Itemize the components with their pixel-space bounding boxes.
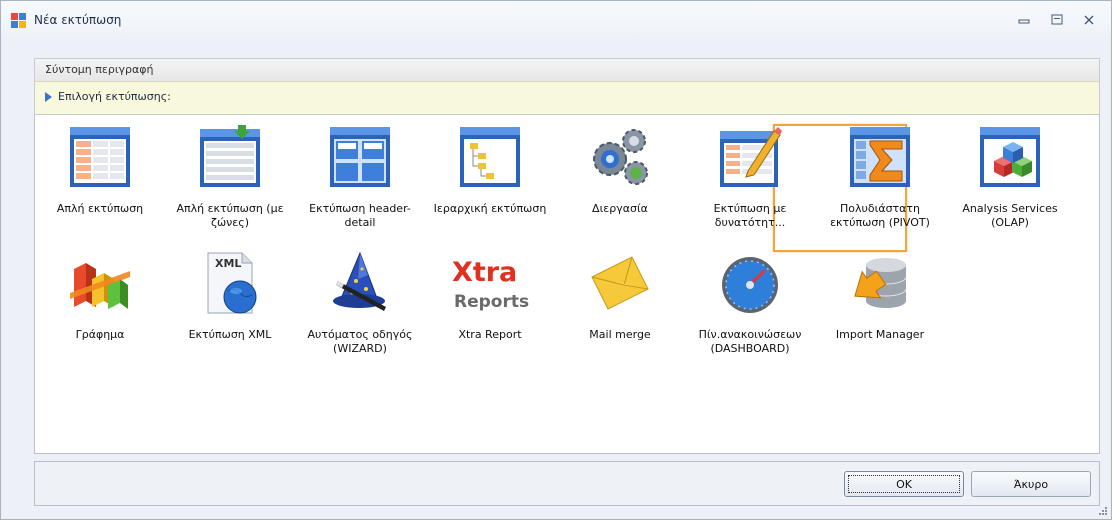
import-database-icon [854,258,907,308]
app-icon [11,13,26,28]
expand-arrow-icon [45,92,52,102]
description-panel-label: Σύντομη περιγραφή [45,63,154,76]
report-item-label: Ιεραρχική εκτύπωση [433,202,547,215]
report-item-label: Αυτόματος οδηγός (WIZARD) [307,328,413,355]
window-title: Νέα εκτύπωση [34,13,122,27]
pivot-sigma-icon [850,127,910,187]
report-item-label: Εκτύπωση με δυνατότητ... [713,202,787,229]
hierarchical-report-icon [460,127,520,187]
description-panel-header[interactable]: Σύντομη περιγραφή [34,58,1100,81]
banded-report-icon [200,125,260,187]
report-item-label: Xtra Report [458,328,522,341]
xtra-reports-logo: Xtra Reports [452,257,529,312]
title-bar[interactable]: Νέα εκτύπωση [1,1,1111,39]
close-icon [1084,15,1094,25]
minimize-icon [1018,19,1030,24]
minimize-button[interactable] [1013,11,1035,29]
xtra-logo-line1: Xtra [452,257,517,288]
simple-report-icon [70,127,130,187]
report-item-label: Mail merge [589,328,651,341]
selection-label: Επιλογή εκτύπωσης: [58,90,171,103]
report-item-label: Import Manager [835,328,925,341]
header-detail-report-icon [330,127,390,187]
xml-badge: XML [215,257,241,270]
report-item-label: Εκτύπωση XML [188,328,272,341]
envelope-icon [591,256,649,310]
report-item-label: Εκτύπωση header-detail [309,202,411,229]
close-button[interactable] [1078,11,1100,29]
bar-chart-icon [70,263,130,309]
report-item-label: Γράφημα [75,328,125,341]
maximize-icon [1051,14,1063,25]
report-item-label: Πολυδιάστατη εκτύπωση (PIVOT) [830,202,930,229]
report-item-label: Διεργασία [592,202,648,215]
selection-info-bar[interactable]: Επιλογή εκτύπωσης: [34,81,1100,115]
dialog-window: Νέα εκτύπωση Σύντομη περιγραφή Επιλογή ε… [0,0,1112,520]
gears-icon [593,129,648,185]
olap-cubes-icon [980,127,1040,187]
wizard-hat-icon [333,251,386,311]
report-item-label: Απλή εκτύπωση [56,202,144,215]
xtra-logo-line2: Reports [454,292,529,312]
resize-grip-icon[interactable] [1097,505,1107,515]
report-item-label: Analysis Services (OLAP) [962,202,1058,229]
ok-button[interactable]: OK [844,471,964,497]
cancel-button[interactable]: Άκυρο [971,471,1091,497]
editable-report-icon [720,127,782,187]
maximize-button[interactable] [1046,11,1068,29]
report-type-grid [34,115,1100,454]
dashboard-gauge-icon [722,257,778,313]
report-item-label: Πίν.ανακοινώσεων (DASHBOARD) [698,328,802,355]
xml-globe-icon: XML [207,252,257,314]
report-item-label: Απλή εκτύπωση (με ζώνες) [176,202,284,229]
